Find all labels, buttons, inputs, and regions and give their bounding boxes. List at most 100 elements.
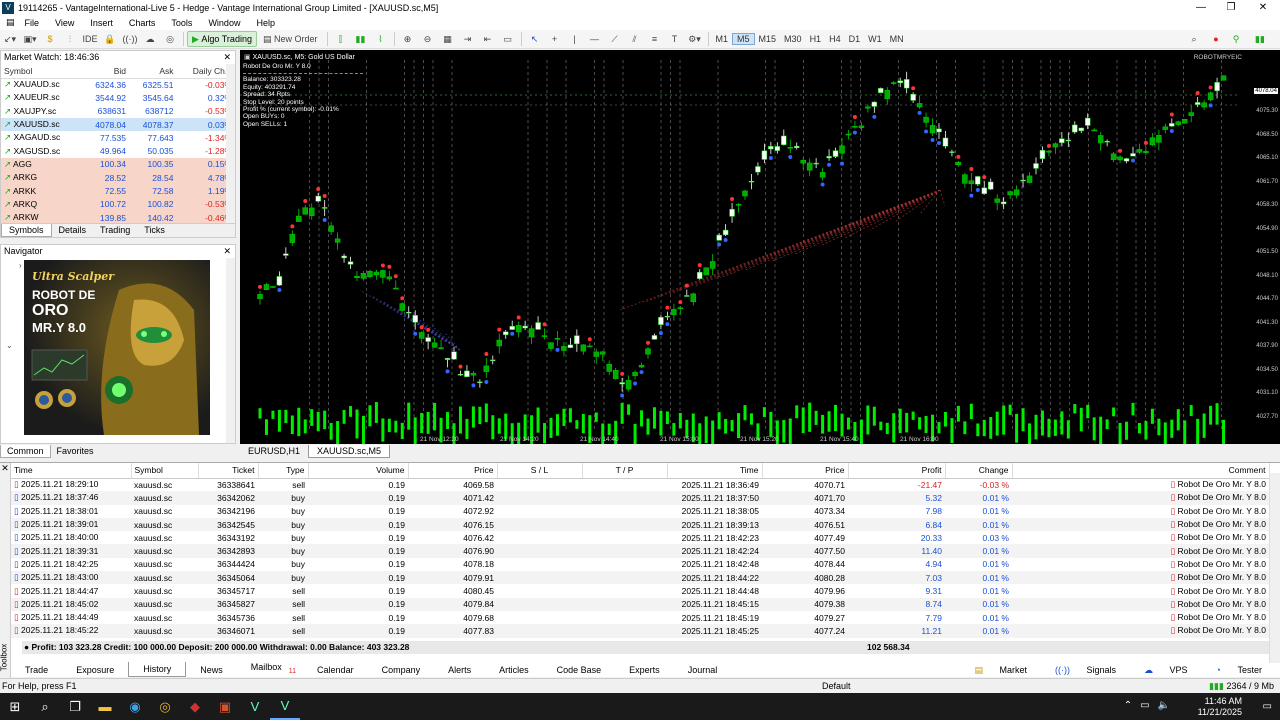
new-chart-icon[interactable]: ↙▾ bbox=[2, 32, 18, 47]
tree-collapse-icon[interactable]: ⌄ bbox=[6, 341, 13, 350]
shapes-icon[interactable]: ⚙▾ bbox=[687, 32, 703, 47]
market-button[interactable]: ▤ Market bbox=[960, 663, 1041, 677]
tab-exposure[interactable]: Exposure bbox=[62, 663, 128, 677]
minimize-icon[interactable]: — bbox=[1186, 0, 1216, 15]
market-watch-row[interactable]: ↗ XAUJPY.sc 638631 638712 -0.53% bbox=[1, 105, 235, 118]
tree-expand-icon[interactable]: › bbox=[19, 261, 22, 270]
market-watch-row[interactable]: ↗ AGG 100.34 100.35 0.15% bbox=[1, 158, 235, 171]
col-symbol[interactable]: Symbol bbox=[131, 463, 198, 478]
search-icon[interactable]: ⌕ bbox=[30, 693, 60, 720]
trendline-icon[interactable]: ⟋ bbox=[607, 32, 623, 47]
tf-mn[interactable]: MN bbox=[886, 34, 908, 44]
data-window-icon[interactable]: ⫶ bbox=[62, 32, 78, 47]
crosshair-icon[interactable]: + bbox=[547, 32, 563, 47]
history-row[interactable]: ▯ 2025.11.21 18:44:47 xauusd.sc 36345717 se… bbox=[11, 584, 1269, 597]
tab-journal[interactable]: Journal bbox=[674, 663, 732, 677]
history-row[interactable]: ▯ 2025.11.21 18:42:25 xauusd.sc 36344424 bu… bbox=[11, 558, 1269, 571]
close-icon[interactable]: ✕ bbox=[223, 245, 231, 258]
history-row[interactable]: ▯ 2025.11.21 18:40:00 xauusd.sc 36343192 bu… bbox=[11, 531, 1269, 544]
col-price[interactable]: Price bbox=[408, 463, 497, 478]
tab-calendar[interactable]: Calendar bbox=[303, 663, 368, 677]
screenshot-icon[interactable]: ▭ bbox=[500, 32, 516, 47]
candlestick-chart[interactable] bbox=[240, 50, 1280, 444]
col-volume[interactable]: Volume bbox=[308, 463, 408, 478]
history-row[interactable]: ▯ 2025.11.21 18:43:00 xauusd.sc 36345064 bu… bbox=[11, 571, 1269, 584]
col-symbol[interactable]: Symbol bbox=[1, 64, 82, 78]
menu-file[interactable]: File bbox=[17, 18, 48, 28]
tray-chevron-icon[interactable]: ⌃ bbox=[1124, 700, 1132, 711]
menu-tools[interactable]: Tools bbox=[163, 18, 200, 28]
text-icon[interactable]: T bbox=[667, 32, 683, 47]
tf-w1[interactable]: W1 bbox=[864, 34, 886, 44]
history-row[interactable]: ▯ 2025.11.21 18:29:10 xauusd.sc 36338641 se… bbox=[11, 478, 1269, 491]
tab-chart-xauusd[interactable]: XAUUSD.sc,M5 bbox=[308, 445, 390, 458]
menu-app-icon[interactable]: ▤ bbox=[0, 17, 17, 28]
metatrader-icon[interactable]: V bbox=[240, 693, 270, 720]
tester-button[interactable]: ◔ Tester bbox=[1202, 663, 1276, 677]
tab-news[interactable]: News bbox=[186, 663, 237, 677]
col-bid[interactable]: Bid bbox=[82, 64, 130, 78]
menu-view[interactable]: View bbox=[47, 18, 82, 28]
tf-h1[interactable]: H1 bbox=[806, 34, 826, 44]
tab-alerts[interactable]: Alerts bbox=[434, 663, 485, 677]
history-row[interactable]: ▯ 2025.11.21 18:39:01 xauusd.sc 36342545 bu… bbox=[11, 518, 1269, 531]
chart-shift-icon[interactable]: ⇤ bbox=[480, 32, 496, 47]
file-explorer-icon[interactable]: ▬ bbox=[90, 693, 120, 720]
search-icon[interactable]: ⌕ bbox=[1186, 32, 1202, 47]
windows-start-icon[interactable]: ⊞ bbox=[0, 693, 30, 720]
col-close-price[interactable]: Price bbox=[762, 463, 848, 478]
fibonacci-icon[interactable]: ≡ bbox=[647, 32, 663, 47]
menu-help[interactable]: Help bbox=[248, 18, 283, 28]
col-comment[interactable]: Comment bbox=[1012, 463, 1269, 478]
price-chart[interactable]: ▣ XAUUSD.sc, M5: Gold US Dollar Robot De… bbox=[240, 50, 1280, 444]
tf-m1[interactable]: M1 bbox=[712, 34, 733, 44]
tab-code-base[interactable]: Code Base bbox=[543, 663, 616, 677]
task-view-icon[interactable]: ❐ bbox=[60, 693, 90, 720]
tab-ticks[interactable]: Ticks bbox=[137, 224, 172, 237]
market-watch-row[interactable]: ↗ XAUEUR.sc 3544.92 3545.64 0.32% bbox=[1, 91, 235, 104]
taskbar-clock[interactable]: 11:46 AM 11/21/2025 bbox=[1198, 696, 1242, 718]
tab-experts[interactable]: Experts bbox=[615, 663, 674, 677]
lock-icon[interactable]: 🔒 bbox=[102, 32, 118, 47]
menu-window[interactable]: Window bbox=[200, 18, 248, 28]
tab-articles[interactable]: Articles bbox=[485, 663, 543, 677]
tile-windows-icon[interactable]: ▦ bbox=[440, 32, 456, 47]
tab-trading[interactable]: Trading bbox=[93, 224, 137, 237]
new-order-button[interactable]: ▤ New Order bbox=[259, 32, 322, 47]
signal-icon[interactable]: ((·)) bbox=[122, 32, 138, 47]
account-icon[interactable]: ⚲ bbox=[1228, 32, 1244, 47]
history-scrollbar[interactable] bbox=[1269, 473, 1280, 663]
menu-charts[interactable]: Charts bbox=[121, 18, 164, 28]
col-change[interactable]: Change bbox=[945, 463, 1012, 478]
history-row[interactable]: ▯ 2025.11.21 18:45:22 xauusd.sc 36346071 se… bbox=[11, 624, 1269, 637]
chrome-icon[interactable]: ◎ bbox=[150, 693, 180, 720]
market-watch-row[interactable]: ↗ XAGUSD.sc 49.964 50.035 -1.28% bbox=[1, 144, 235, 157]
col-tp[interactable]: T / P bbox=[582, 463, 667, 478]
profiles-icon[interactable]: ▣▾ bbox=[22, 32, 38, 47]
history-row[interactable]: ▯ 2025.11.21 18:45:02 xauusd.sc 36345827 se… bbox=[11, 598, 1269, 611]
menu-insert[interactable]: Insert bbox=[82, 18, 121, 28]
vps-icon[interactable]: ☁ bbox=[142, 32, 158, 47]
tf-d1[interactable]: D1 bbox=[845, 34, 865, 44]
signal-strength-icon[interactable]: ▮▮ bbox=[1252, 32, 1268, 47]
ide-icon[interactable]: IDE bbox=[82, 32, 98, 47]
bar-chart-icon[interactable]: ⫿ bbox=[333, 32, 349, 47]
history-row[interactable]: ▯ 2025.11.21 18:39:31 xauusd.sc 36342893 bu… bbox=[11, 544, 1269, 557]
zoom-in-icon[interactable]: ⊕ bbox=[400, 32, 416, 47]
tf-m5[interactable]: M5 bbox=[732, 33, 755, 45]
tab-mailbox[interactable]: Mailbox 11 bbox=[237, 660, 303, 679]
market-watch-row[interactable]: ↗ XAUAUD.sc 6324.36 6325.51 -0.03% bbox=[1, 78, 235, 91]
history-row[interactable]: ▯ 2025.11.21 18:37:46 xauusd.sc 36342062 bu… bbox=[11, 491, 1269, 504]
notification-center-icon[interactable]: ▭ bbox=[1263, 701, 1272, 712]
tab-details[interactable]: Details bbox=[52, 224, 94, 237]
network-icon[interactable]: ▭ bbox=[1140, 700, 1149, 711]
tf-h4[interactable]: H4 bbox=[825, 34, 845, 44]
col-time[interactable]: Time bbox=[11, 463, 131, 478]
tab-chart-eurusd[interactable]: EURUSD,H1 bbox=[240, 445, 308, 458]
powerpoint-icon[interactable]: ▣ bbox=[210, 693, 240, 720]
algo-trading-button[interactable]: ▶ Algo Trading bbox=[187, 31, 257, 47]
candlestick-icon[interactable]: ▮▮ bbox=[353, 32, 369, 47]
col-sl[interactable]: S / L bbox=[497, 463, 582, 478]
community-icon[interactable]: ◎ bbox=[162, 32, 178, 47]
col-profit[interactable]: Profit bbox=[848, 463, 945, 478]
